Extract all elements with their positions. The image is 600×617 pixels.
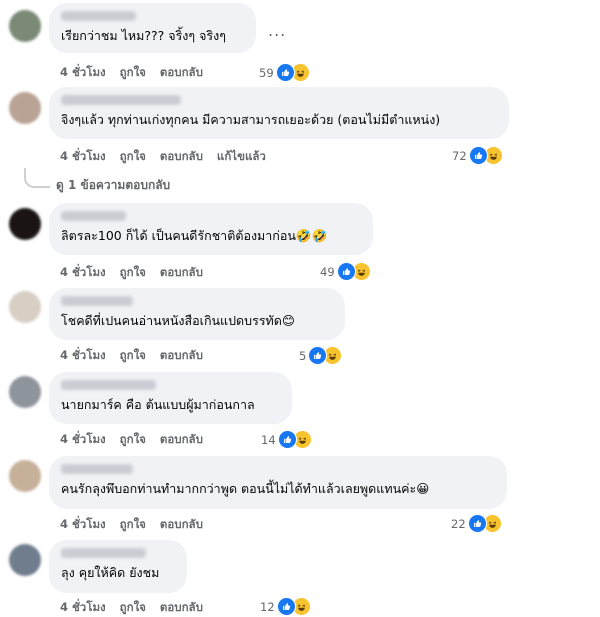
reactions[interactable]: 72 — [452, 146, 503, 165]
reactions[interactable]: 59 — [259, 63, 310, 82]
reply-button[interactable]: ตอบกลับ — [160, 148, 203, 166]
comment-bubble: เรียกว่าชม ไหม??? จริ้งๆ จริงๆ — [49, 3, 256, 53]
reply-button[interactable]: ตอบกลับ — [160, 431, 203, 449]
reaction-count: 14 — [261, 432, 276, 447]
comment-bubble: ลิตรละ100 ก็ได้ เป็นคนดีรักชาติต้องมาก่อ… — [49, 203, 373, 255]
avatar[interactable] — [9, 460, 41, 492]
timestamp[interactable]: 4 ชั่วโมง — [60, 148, 106, 166]
reaction-count: 22 — [451, 516, 466, 531]
comment-text: ลิตรละ100 ก็ได้ เป็นคนดีรักชาติต้องมาก่อ… — [61, 228, 328, 243]
avatar[interactable] — [9, 92, 41, 124]
avatar[interactable] — [9, 544, 41, 576]
view-replies-link[interactable]: ดู 1 ข้อความตอบกลับ — [56, 176, 170, 195]
thumbs-up-icon — [336, 262, 356, 281]
reactions[interactable]: 12 — [260, 597, 311, 616]
comment-actions: 4 ชั่วโมง ถูกใจ ตอบกลับ — [60, 599, 203, 617]
comment-bubble: โชคดีที่เปนคนอ่านหนังสือเกินแปดบรรทัด😊 — [49, 288, 345, 340]
avatar[interactable] — [9, 10, 41, 42]
timestamp[interactable]: 4 ชั่วโมง — [60, 516, 106, 534]
author-name-redacted[interactable] — [61, 380, 156, 390]
reaction-count: 12 — [260, 599, 275, 614]
like-button[interactable]: ถูกใจ — [120, 516, 146, 534]
comment-text: จิงๆแล้ว ทุกท่านเก่งทุกคน มีความสามารถเย… — [61, 112, 441, 127]
timestamp[interactable]: 4 ชั่วโมง — [60, 431, 106, 449]
timestamp[interactable]: 4 ชั่วโมง — [60, 347, 106, 365]
comment-actions: 4 ชั่วโมง ถูกใจ ตอบกลับ — [60, 516, 203, 534]
thumbs-up-icon — [468, 146, 488, 165]
timestamp[interactable]: 4 ชั่วโมง — [60, 64, 106, 82]
reactions[interactable]: 22 — [451, 514, 502, 533]
comment-actions: 4 ชั่วโมง ถูกใจ ตอบกลับ — [60, 347, 203, 365]
like-button[interactable]: ถูกใจ — [120, 431, 146, 449]
comment-bubble: ลุง คุยให้คิด ยังชม — [49, 540, 187, 593]
like-button[interactable]: ถูกใจ — [120, 599, 146, 617]
author-name-redacted[interactable] — [61, 464, 133, 474]
like-button[interactable]: ถูกใจ — [120, 64, 146, 82]
reply-button[interactable]: ตอบกลับ — [160, 64, 203, 82]
thumbs-up-icon — [308, 346, 328, 365]
reply-button[interactable]: ตอบกลับ — [160, 516, 203, 534]
more-options-icon[interactable]: ... — [268, 21, 286, 40]
like-button[interactable]: ถูกใจ — [120, 347, 146, 365]
reply-button[interactable]: ตอบกลับ — [160, 599, 203, 617]
comment-bubble: จิงๆแล้ว ทุกท่านเก่งทุกคน มีความสามารถเย… — [49, 87, 509, 139]
timestamp[interactable]: 4 ชั่วโมง — [60, 264, 106, 282]
comment-text: เรียกว่าชม ไหม??? จริ้งๆ จริงๆ — [61, 28, 226, 43]
comment-actions: 4 ชั่วโมง ถูกใจ ตอบกลับ — [60, 64, 203, 82]
comment-text: คนรักลุงพึบอกท่านทำมากกว่าพูด ตอนนี้ไม่ไ… — [61, 481, 430, 496]
thumbs-up-icon — [277, 430, 297, 449]
reaction-count: 59 — [259, 65, 274, 80]
comment-bubble: คนรักลุงพึบอกท่านทำมากกว่าพูด ตอนนี้ไม่ไ… — [49, 456, 507, 509]
comment-text: โชคดีที่เปนคนอ่านหนังสือเกินแปดบรรทัด😊 — [61, 313, 295, 328]
reply-thread-line — [24, 168, 50, 188]
reactions[interactable]: 49 — [320, 262, 371, 281]
avatar[interactable] — [9, 208, 41, 240]
avatar[interactable] — [9, 376, 41, 408]
reaction-count: 5 — [299, 348, 307, 363]
thumbs-up-icon — [467, 514, 487, 533]
avatar[interactable] — [9, 291, 41, 323]
author-name-redacted[interactable] — [61, 548, 146, 558]
reply-button[interactable]: ตอบกลับ — [160, 347, 203, 365]
comment-actions: 4 ชั่วโมง ถูกใจ ตอบกลับ แก้ไขแล้ว — [60, 148, 266, 166]
like-button[interactable]: ถูกใจ — [120, 264, 146, 282]
thumbs-up-icon — [276, 597, 296, 616]
author-name-redacted[interactable] — [61, 211, 126, 221]
reaction-count: 49 — [320, 264, 335, 279]
reactions[interactable]: 5 — [299, 346, 343, 365]
reply-button[interactable]: ตอบกลับ — [160, 264, 203, 282]
thumbs-up-icon — [275, 63, 295, 82]
comment-text: ลุง คุยให้คิด ยังชม — [61, 565, 160, 580]
author-name-redacted[interactable] — [61, 11, 136, 21]
edited-label: แก้ไขแล้ว — [216, 149, 266, 163]
timestamp[interactable]: 4 ชั่วโมง — [60, 599, 106, 617]
comment-bubble: นายกมาร์ค คือ ต้นแบบผู้มาก่อนกาล — [49, 372, 292, 424]
comment-actions: 4 ชั่วโมง ถูกใจ ตอบกลับ — [60, 264, 203, 282]
like-button[interactable]: ถูกใจ — [120, 148, 146, 166]
reactions[interactable]: 14 — [261, 430, 312, 449]
reaction-count: 72 — [452, 148, 467, 163]
author-name-redacted[interactable] — [61, 95, 181, 105]
author-name-redacted[interactable] — [61, 296, 133, 306]
comment-actions: 4 ชั่วโมง ถูกใจ ตอบกลับ — [60, 431, 203, 449]
comment-text: นายกมาร์ค คือ ต้นแบบผู้มาก่อนกาล — [61, 397, 255, 412]
